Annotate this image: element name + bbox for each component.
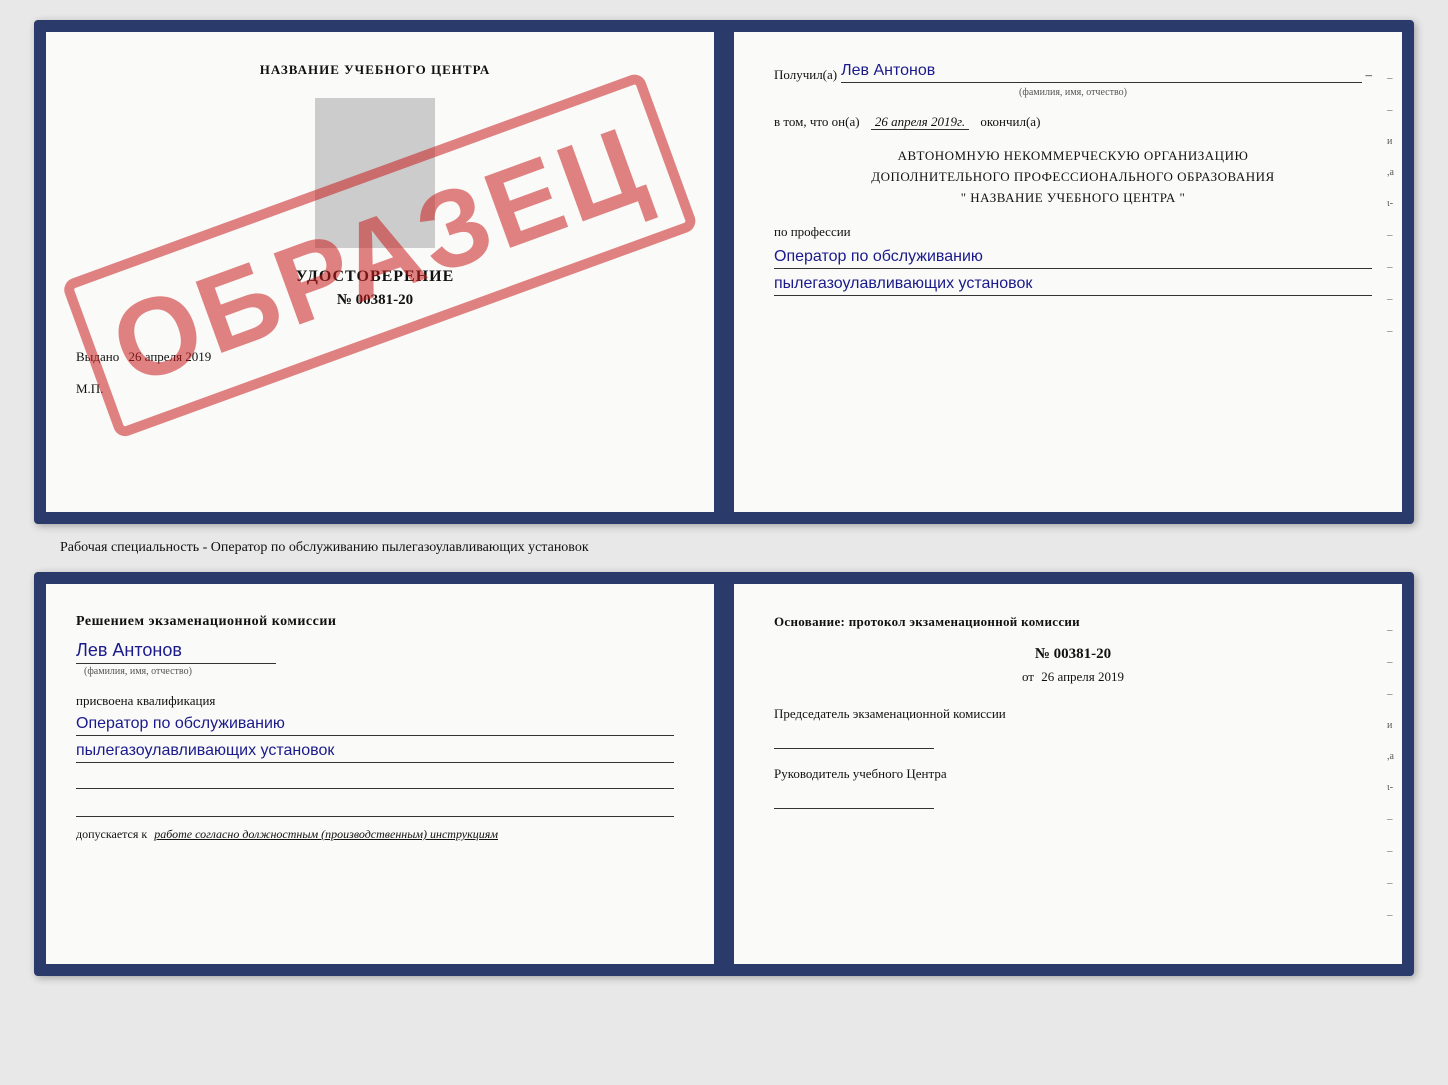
side-marks-bottom: – – – и ,а ι- – – – – [1387, 624, 1394, 921]
cert-title: УДОСТОВЕРЕНИЕ [76, 268, 674, 286]
org-block: АВТОНОМНУЮ НЕКОММЕРЧЕСКУЮ ОРГАНИЗАЦИЮ ДО… [774, 146, 1372, 208]
issued-date: 26 апреля 2019 [129, 349, 212, 364]
protocol-date-prefix: от [1022, 669, 1034, 684]
recipient-line: Получил(а) Лев Антонов – [774, 62, 1372, 83]
completed-date: 26 апреля 2019г. [871, 114, 969, 130]
page-left-bottom: Решением экзаменационной комиссии Лев Ан… [46, 584, 716, 964]
blank-line-2 [76, 797, 674, 817]
page-left-top: НАЗВАНИЕ УЧЕБНОГО ЦЕНТРА УДОСТОВЕРЕНИЕ №… [46, 32, 716, 512]
org-line3: " НАЗВАНИЕ УЧЕБНОГО ЦЕНТРА " [774, 188, 1372, 209]
school-name-left: НАЗВАНИЕ УЧЕБНОГО ЦЕНТРА [76, 62, 674, 78]
document-top: НАЗВАНИЕ УЧЕБНОГО ЦЕНТРА УДОСТОВЕРЕНИЕ №… [34, 20, 1414, 524]
qual-line2: пылегазоулавливающих установок [76, 742, 674, 763]
fio-subtitle: (фамилия, имя, отчество) [774, 87, 1372, 98]
person-name-bottom: Лев Антонов [76, 640, 276, 664]
completed-line: в том, что он(а) 26 апреля 2019г. окончи… [774, 114, 1372, 130]
document-bottom: Решением экзаменационной комиссии Лев Ан… [34, 572, 1414, 976]
director-sig-line [774, 789, 934, 809]
допускается-italic: работе согласно должностным (производств… [154, 827, 498, 841]
org-line2: ДОПОЛНИТЕЛЬНОГО ПРОФЕССИОНАЛЬНОГО ОБРАЗО… [774, 167, 1372, 188]
recipient-name: Лев Антонов [841, 62, 1361, 83]
page-right-top: Получил(а) Лев Антонов – (фамилия, имя, … [734, 32, 1402, 512]
side-marks: – – и ,а ι- – – – – [1387, 72, 1394, 337]
issued-line: Выдано 26 апреля 2019 [76, 349, 674, 365]
protocol-date: от 26 апреля 2019 [774, 669, 1372, 685]
qual-line1: Оператор по обслуживанию [76, 715, 674, 736]
received-label: Получил(а) [774, 67, 837, 83]
chairman-sig-line [774, 729, 934, 749]
spine-top [716, 32, 734, 512]
photo-placeholder [315, 98, 435, 248]
assigned-label: присвоена квалификация [76, 693, 674, 709]
page-right-bottom: Основание: протокол экзаменационной коми… [734, 584, 1402, 964]
profession-line2: пылегазоулавливающих установок [774, 275, 1372, 296]
org-line1: АВТОНОМНУЮ НЕКОММЕРЧЕСКУЮ ОРГАНИЗАЦИЮ [774, 146, 1372, 167]
spine-bottom [716, 584, 734, 964]
fio-subtitle-bottom: (фамилия, имя, отчество) [84, 666, 674, 677]
completed-suffix: окончил(а) [980, 114, 1040, 129]
допускается-text: допускается к работе согласно должностны… [76, 827, 674, 842]
director-label: Руководитель учебного Центра [774, 765, 1372, 783]
completed-prefix: в том, что он(а) [774, 114, 860, 129]
issued-label: Выдано [76, 349, 119, 364]
protocol-number: № 00381-20 [774, 646, 1372, 663]
blank-line-1 [76, 769, 674, 789]
profession-label: по профессии [774, 224, 1372, 240]
profession-line1: Оператор по обслуживанию [774, 248, 1372, 269]
basis-text: Основание: протокол экзаменационной коми… [774, 614, 1372, 630]
chairman-label: Председатель экзаменационной комиссии [774, 705, 1372, 723]
mp-line: М.П. [76, 381, 674, 397]
middle-specialty-text: Рабочая специальность - Оператор по обсл… [60, 540, 589, 556]
допускается-prefix: допускается к [76, 827, 147, 841]
cert-number: № 00381-20 [76, 292, 674, 309]
protocol-date-value: 26 апреля 2019 [1041, 669, 1124, 684]
decision-text: Решением экзаменационной комиссии [76, 614, 674, 630]
dash-right: – [1366, 67, 1373, 83]
